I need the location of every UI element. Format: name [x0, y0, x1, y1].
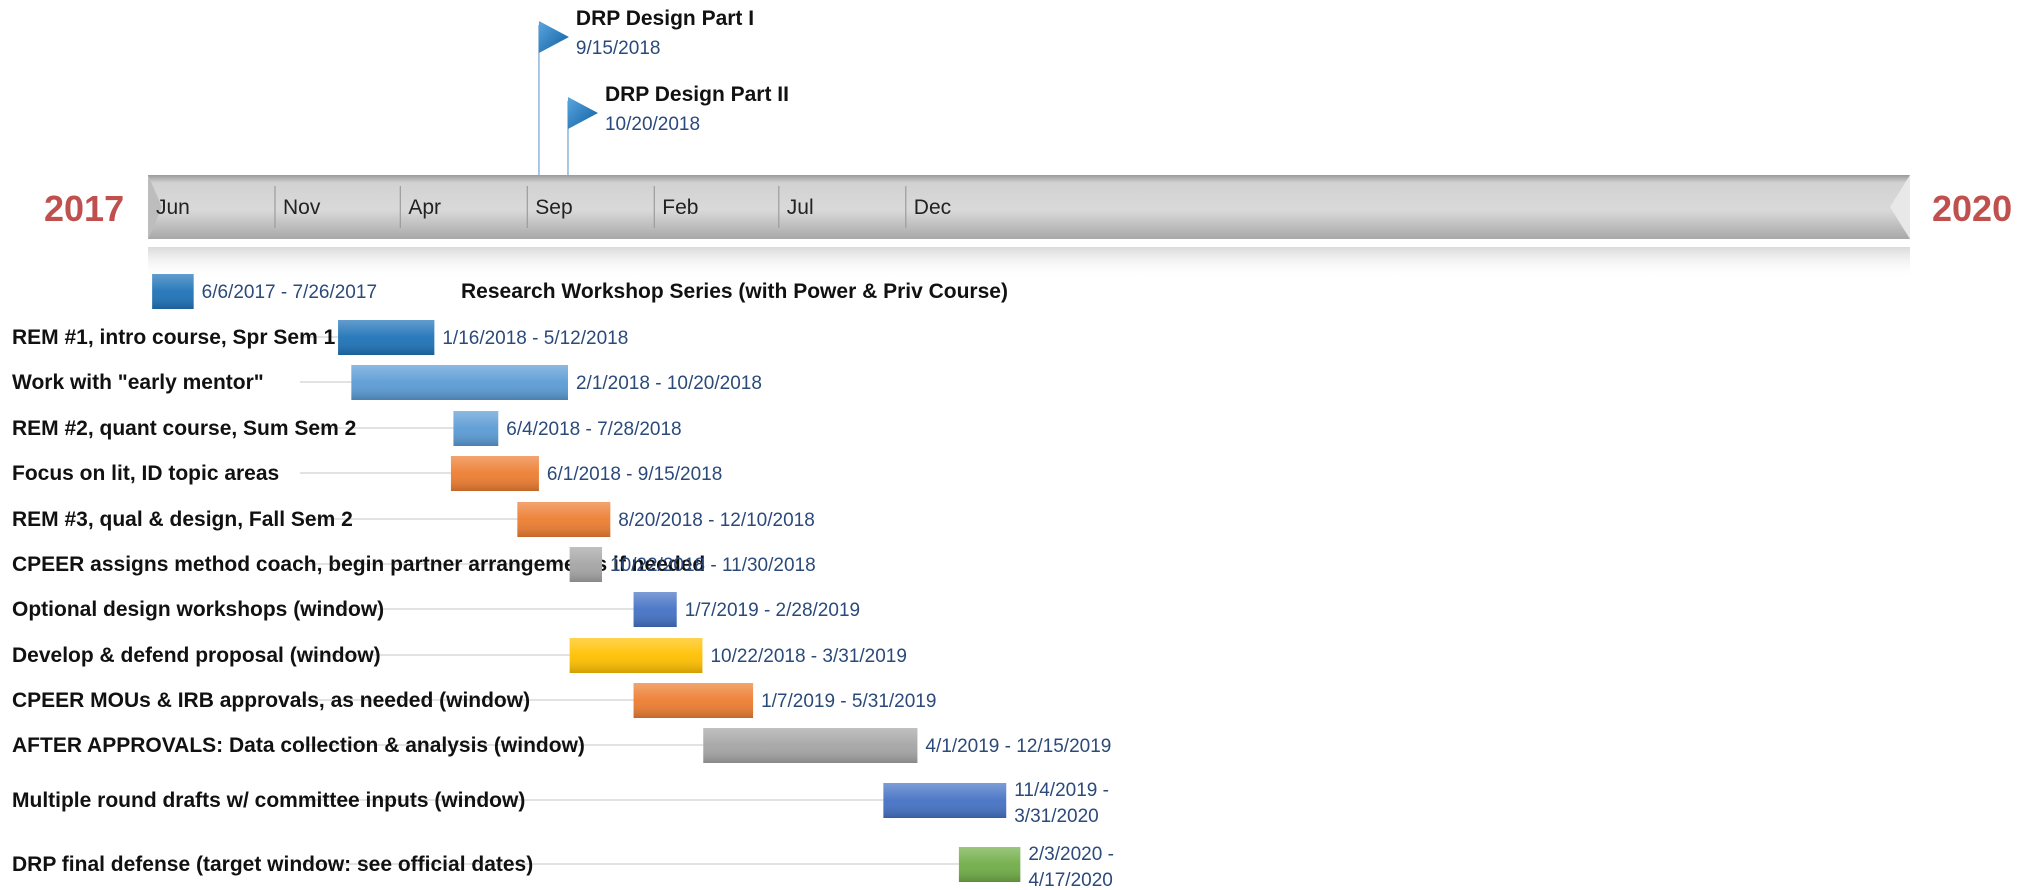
task-date-label: 1/16/2018 - 5/12/2018 — [442, 328, 628, 349]
task-label: CPEER MOUs & IRB approvals, as needed (w… — [12, 689, 530, 712]
task-bar-shine — [703, 728, 918, 763]
task-bar-shine — [453, 411, 499, 446]
task-date-label: 1/7/2019 - 5/31/2019 — [761, 691, 936, 712]
milestone-date: 10/20/2018 — [605, 114, 700, 135]
task-date-label: 8/20/2018 - 12/10/2018 — [618, 510, 815, 531]
task-date-label: 6/1/2018 - 9/15/2018 — [547, 464, 722, 485]
task-row: DRP final defense (target window: see of… — [12, 844, 1114, 890]
milestone-title: DRP Design Part I — [576, 7, 754, 30]
end-year-label: 2020 — [1932, 188, 2012, 229]
task-bar-shine — [338, 320, 435, 355]
task-bar-shine — [633, 592, 677, 627]
task-row: CPEER assigns method coach, begin partne… — [12, 547, 816, 582]
milestone-flag-icon — [538, 21, 569, 53]
task-label: Optional design workshops (window) — [12, 598, 384, 621]
start-year-label: 2017 — [44, 188, 124, 229]
month-label: Nov — [283, 196, 321, 219]
task-label: REM #3, qual & design, Fall Sem 2 — [12, 508, 353, 531]
task-row: AFTER APPROVALS: Data collection & analy… — [12, 728, 1111, 763]
task-date-label: 3/31/2020 — [1014, 806, 1099, 827]
task-row: REM #2, quant course, Sum Sem 2 6/4/2018 … — [12, 411, 682, 446]
timeline-band — [148, 175, 1910, 279]
task-date-label: 1/7/2019 - 2/28/2019 — [685, 600, 860, 621]
gantt-timeline-chart: Jun Nov Apr Sep Feb Jul Dec 2017 2020 DRP Desi… — [12, 7, 2012, 890]
milestone: DRP Design Part II 10/20/2018 — [567, 83, 789, 175]
task-row: 6/6/2017 - 7/26/2017 Research Workshop Se… — [152, 274, 1008, 309]
task-date-label: 6/6/2017 - 7/26/2017 — [202, 282, 377, 303]
task-bar-shine — [351, 365, 568, 400]
task-row: Optional design workshops (window) 1/7/20… — [12, 592, 860, 627]
month-label: Apr — [408, 196, 441, 219]
task-date-label: 10/22/2018 - 3/31/2019 — [710, 646, 907, 667]
task-row: REM #3, qual & design, Fall Sem 2 8/20/20… — [12, 502, 815, 537]
timeline-band-reflection — [148, 247, 1910, 279]
task-label: REM #1, intro course, Spr Sem 1 — [12, 326, 336, 349]
task-label: AFTER APPROVALS: Data collection & analy… — [12, 734, 585, 757]
task-bar-shine — [450, 456, 539, 491]
task-row: Multiple round drafts w/ committee input… — [12, 780, 1109, 827]
milestones: DRP Design Part I 9/15/2018 DRP Design Par… — [538, 7, 789, 175]
task-row: Develop & defend proposal (window) 10/22/… — [12, 638, 907, 673]
task-bar-shine — [883, 783, 1007, 818]
task-label: Multiple round drafts w/ committee input… — [12, 789, 525, 812]
task-bar-shine — [569, 638, 703, 673]
task-bar-shine — [958, 847, 1021, 882]
month-label: Jun — [156, 196, 190, 219]
task-label: Work with "early mentor" — [12, 371, 264, 394]
month-label: Dec — [914, 196, 951, 219]
milestone-flag-icon — [567, 97, 598, 129]
month-label: Jul — [787, 196, 814, 219]
month-label: Sep — [535, 196, 572, 219]
task-date-label: 4/1/2019 - 12/15/2019 — [925, 736, 1111, 757]
task-date-label: 11/4/2019 - — [1014, 780, 1109, 801]
task-bar-shine — [569, 547, 603, 582]
task-bar-shine — [633, 683, 754, 718]
task-label: DRP final defense (target window: see of… — [12, 853, 533, 876]
month-label: Feb — [662, 196, 698, 219]
task-rows: 6/6/2017 - 7/26/2017 Research Workshop Se… — [12, 274, 1114, 890]
task-label: Focus on lit, ID topic areas — [12, 462, 279, 485]
milestone-title: DRP Design Part II — [605, 83, 789, 106]
task-date-label: 10/22/2018 - 11/30/2018 — [610, 555, 816, 576]
task-row: Work with "early mentor" 2/1/2018 - 10/20… — [12, 365, 762, 400]
task-row: REM #1, intro course, Spr Sem 1 1/16/2018… — [12, 320, 628, 355]
task-label: REM #2, quant course, Sum Sem 2 — [12, 417, 356, 440]
task-bar-shine — [152, 274, 194, 309]
task-date-label: 2/3/2020 - — [1028, 844, 1114, 865]
task-date-label: 4/17/2020 — [1028, 870, 1113, 890]
task-date-label: 2/1/2018 - 10/20/2018 — [576, 373, 762, 394]
milestone-date: 9/15/2018 — [576, 38, 661, 59]
task-bar-shine — [517, 502, 611, 537]
task-label: Research Workshop Series (with Power & P… — [461, 280, 1008, 303]
task-row: Focus on lit, ID topic areas 6/1/2018 - 9… — [12, 456, 722, 491]
task-date-label: 6/4/2018 - 7/28/2018 — [506, 419, 681, 440]
task-row: CPEER MOUs & IRB approvals, as needed (w… — [12, 683, 936, 718]
task-label: Develop & defend proposal (window) — [12, 644, 381, 667]
